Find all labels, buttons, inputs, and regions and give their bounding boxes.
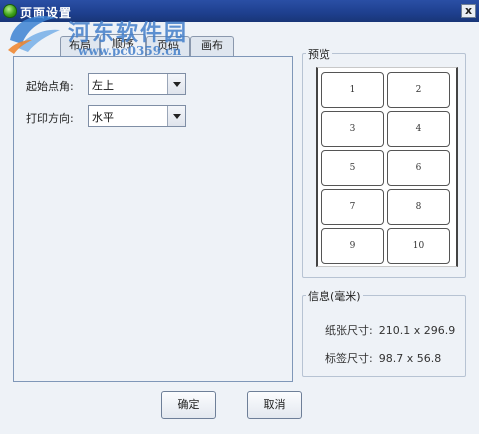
close-button[interactable]: x [461, 4, 476, 18]
preview-cell-7: 7 [321, 189, 384, 225]
paper-size-value: 210.1 x 296.9 [378, 324, 456, 337]
preview-cell-4: 4 [387, 111, 450, 147]
preview-cell-3: 3 [321, 111, 384, 147]
paper-size-label: 纸张尺寸: [325, 324, 373, 337]
preview-paper: 1 2 3 4 5 6 7 8 9 10 [316, 67, 458, 267]
print-direction-select[interactable]: 水平 [88, 105, 186, 127]
start-corner-value: 左上 [92, 79, 114, 92]
ok-button[interactable]: 确定 [161, 391, 216, 419]
start-corner-label: 起始点角: [26, 80, 74, 93]
preview-cell-2: 2 [387, 72, 450, 108]
cancel-button[interactable]: 取消 [247, 391, 302, 419]
start-corner-select[interactable]: 左上 [88, 73, 186, 95]
print-direction-value: 水平 [92, 111, 114, 124]
tab-canvas[interactable]: 画布 [190, 36, 234, 56]
preview-cell-10: 10 [387, 228, 450, 264]
preview-cell-8: 8 [387, 189, 450, 225]
watermark-title: 河东软件园 [68, 20, 189, 46]
preview-cell-1: 1 [321, 72, 384, 108]
print-direction-label: 打印方向: [26, 112, 74, 125]
chevron-down-icon[interactable] [167, 106, 185, 126]
preview-cell-6: 6 [387, 150, 450, 186]
preview-cell-5: 5 [321, 150, 384, 186]
paper-size-row: 纸张尺寸: 210.1 x 296.9 [325, 322, 455, 338]
label-size-label: 标签尺寸: [325, 352, 373, 365]
label-size-value: 98.7 x 56.8 [378, 352, 442, 365]
chevron-down-icon[interactable] [167, 74, 185, 94]
preview-cell-9: 9 [321, 228, 384, 264]
watermark-logo-icon [8, 16, 60, 54]
info-title: 信息(毫米) [306, 288, 363, 304]
preview-title: 预览 [306, 46, 332, 62]
label-size-row: 标签尺寸: 98.7 x 56.8 [325, 350, 441, 366]
order-settings-panel: 起始点角: 左上 打印方向: 水平 [13, 56, 293, 382]
